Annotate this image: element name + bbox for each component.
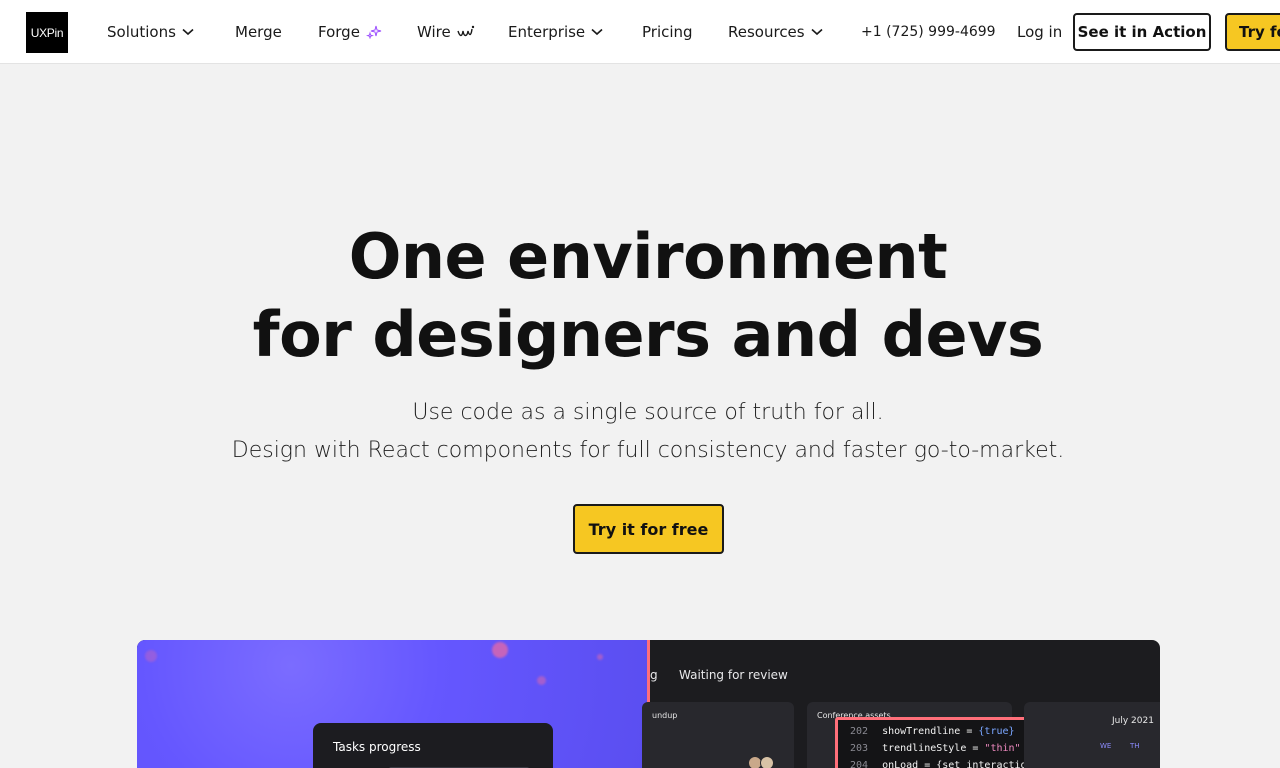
login-link[interactable]: Log in [1017,22,1062,42]
chevron-down-icon [182,28,194,36]
hero-title-line2: for designers and devs [252,298,1044,371]
phone-link[interactable]: +1 (725) 999-4699 [861,22,996,42]
hero-title-line1: One environment [348,220,948,293]
uxpin-logo[interactable]: UXPin [26,12,68,53]
hero-subtitle-line1: Use code as a single source of truth for… [412,400,884,425]
showcase-purple-panel: Tasks progress [137,640,649,768]
product-showcase: Tasks progress g Waiting for review undu… [137,640,1160,768]
nav-resources-label: Resources [728,23,805,41]
kanban-column: undup [642,702,794,768]
squiggle-icon [457,25,474,37]
decorative-dot [145,650,157,662]
nav-wire[interactable]: Wire [417,22,475,42]
code-line: 202 showTrendline = {true} [850,726,1015,737]
decorative-dot [492,642,508,658]
nav-enterprise[interactable]: Enterprise [508,22,603,42]
decorative-dot [597,654,603,660]
nav-resources[interactable]: Resources [728,22,823,42]
decorative-dot [537,676,546,685]
calendar-weekday: TH [1130,742,1140,750]
nav-merge[interactable]: Merge [235,22,282,42]
top-navigation: UXPin Solutions Merge Forge Wire Enterpr… [0,0,1280,64]
hero-title: One environment for designers and devs [0,218,1280,374]
nav-solutions-label: Solutions [107,23,176,41]
tasks-progress-title: Tasks progress [333,740,421,754]
chevron-down-icon [591,28,603,36]
calendar-weekday: WE [1100,742,1112,750]
nav-forge[interactable]: Forge [318,22,382,42]
column-title: undup [652,711,678,720]
code-line: 203 trendlineStyle = "thin" [850,743,1021,754]
hero-subtitle: Use code as a single source of truth for… [0,394,1280,470]
calendar-month: July 2021 [1112,716,1154,726]
nav-solutions[interactable]: Solutions [107,22,194,42]
tab-partial: g [650,668,658,682]
tab-waiting-for-review: Waiting for review [679,668,788,682]
nav-merge-label: Merge [235,23,282,41]
sparkle-icon [365,25,382,39]
chevron-down-icon [811,28,823,36]
avatar [760,756,774,768]
see-it-in-action-button[interactable]: See it in Action [1073,13,1211,51]
code-line: 204 onLoad = {set interaction} [850,760,1039,768]
nav-pricing[interactable]: Pricing [642,22,693,42]
try-it-for-free-button[interactable]: Try it for free [573,504,724,554]
nav-forge-label: Forge [318,23,360,41]
calendar-widget: July 2021 WE TH [1024,702,1160,768]
nav-pricing-label: Pricing [642,23,693,41]
nav-enterprise-label: Enterprise [508,23,586,41]
nav-wire-label: Wire [417,23,451,41]
tasks-progress-card: Tasks progress [313,723,553,768]
try-for-free-nav-button[interactable]: Try for free [1225,13,1280,51]
hero-subtitle-line2: Design with React components for full co… [231,438,1065,463]
